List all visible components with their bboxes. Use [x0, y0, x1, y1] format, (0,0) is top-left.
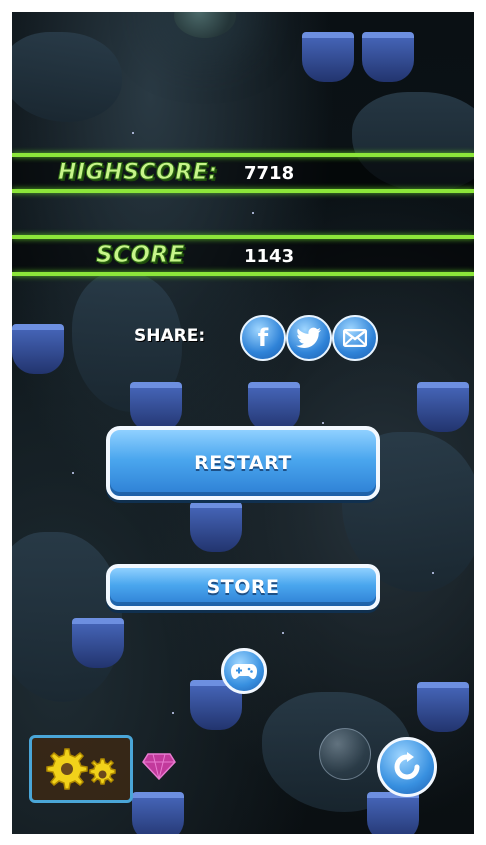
replay-button[interactable] — [377, 737, 437, 797]
island-decoration — [72, 618, 124, 668]
divider-bar — [12, 153, 474, 157]
score-value: 1143 — [244, 246, 295, 267]
island-decoration — [190, 502, 242, 552]
star-decoration — [172, 712, 174, 714]
island-decoration — [367, 792, 419, 834]
island-decoration — [248, 382, 300, 432]
refresh-icon — [394, 752, 420, 780]
island-decoration — [130, 382, 182, 432]
gamepad-icon — [231, 664, 257, 679]
star-decoration — [72, 472, 74, 474]
facebook-button[interactable]: f — [240, 315, 286, 361]
star-decoration — [282, 632, 284, 634]
divider-bar — [12, 189, 474, 193]
store-button[interactable]: STORE — [106, 564, 380, 610]
island-decoration — [132, 792, 184, 834]
share-label: SHARE: — [134, 326, 206, 346]
game-over-screen: HIGHSCORE: 7718 SCORE 1143 SHARE: f REST… — [12, 12, 474, 834]
divider-bar — [12, 235, 474, 239]
divider-bar — [12, 272, 474, 276]
settings-button[interactable] — [29, 735, 133, 803]
star-decoration — [252, 212, 254, 214]
highscore-label: HIGHSCORE: — [58, 160, 218, 186]
star-decoration — [322, 422, 324, 424]
email-icon — [343, 329, 367, 347]
highscore-value: 7718 — [244, 163, 295, 184]
island-decoration — [417, 382, 469, 432]
email-button[interactable] — [332, 315, 378, 361]
twitter-icon — [296, 327, 321, 348]
facebook-icon: f — [257, 324, 269, 352]
twitter-button[interactable] — [286, 315, 332, 361]
star-decoration — [132, 132, 134, 134]
score-strip — [12, 238, 474, 274]
gears-icon — [46, 748, 116, 790]
island-decoration — [12, 324, 64, 374]
island-decoration — [417, 682, 469, 732]
bubble-decoration — [319, 728, 371, 780]
island-decoration — [302, 32, 354, 82]
rock-decoration — [12, 32, 122, 122]
rock-decoration — [12, 532, 122, 702]
gem-decoration — [142, 753, 176, 780]
island-decoration — [362, 32, 414, 82]
restart-button[interactable]: RESTART — [106, 426, 380, 500]
star-decoration — [432, 572, 434, 574]
score-label: SCORE — [96, 242, 185, 269]
planet-decoration — [174, 12, 236, 38]
leaderboard-button[interactable] — [221, 648, 267, 694]
